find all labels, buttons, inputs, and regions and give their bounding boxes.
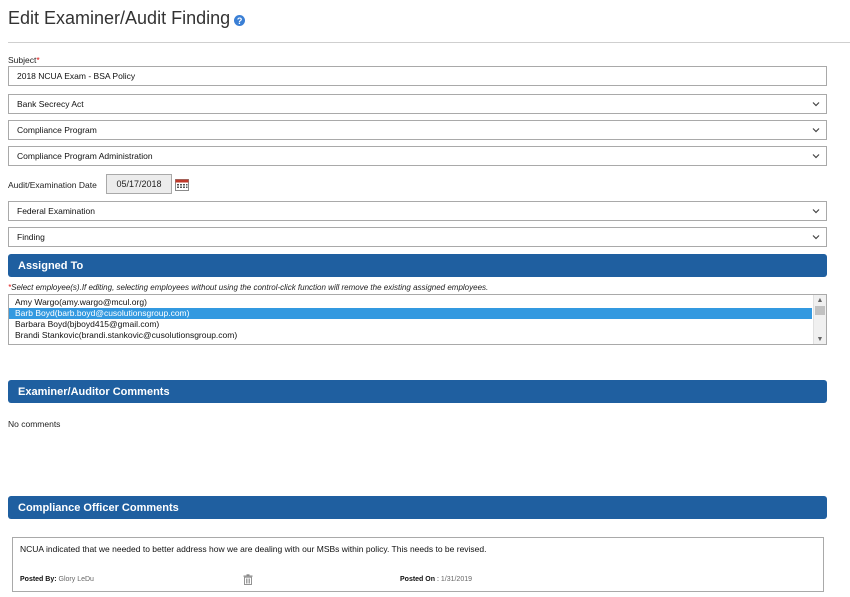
page-title: Edit Examiner/Audit Finding xyxy=(8,8,231,28)
list-item[interactable]: Amy Wargo(amy.wargo@mcul.org) xyxy=(9,297,826,308)
chevron-down-icon xyxy=(812,235,820,240)
officer-comments-header: Compliance Officer Comments xyxy=(8,496,827,519)
scroll-thumb[interactable] xyxy=(815,306,825,315)
list-item[interactable]: Barb Boyd(barb.boyd@cusolutionsgroup.com… xyxy=(9,308,812,319)
category-select[interactable]: Bank Secrecy Act xyxy=(8,94,827,114)
list-item[interactable]: Brandi Stankovic(brandi.stankovic@cusolu… xyxy=(9,330,826,341)
no-comments-text: No comments xyxy=(8,419,61,429)
finding-type-value: Finding xyxy=(17,232,45,242)
subject-input[interactable]: 2018 NCUA Exam - BSA Policy xyxy=(8,66,827,86)
employee-listbox[interactable]: Amy Wargo(amy.wargo@mcul.org) Barb Boyd(… xyxy=(8,294,827,345)
posted-by: Posted By: Glory LeDu xyxy=(20,576,94,583)
chevron-down-icon xyxy=(812,209,820,214)
subject-value: 2018 NCUA Exam - BSA Policy xyxy=(17,71,136,81)
chevron-down-icon xyxy=(812,102,820,107)
posted-on: Posted On : 1/31/2019 xyxy=(400,576,473,583)
exam-type-select[interactable]: Federal Examination xyxy=(8,201,827,221)
chevron-down-icon xyxy=(812,128,820,133)
category-value: Bank Secrecy Act xyxy=(17,99,84,109)
chevron-down-icon xyxy=(812,154,820,159)
scroll-up-icon[interactable]: ▲ xyxy=(814,295,826,305)
title-divider xyxy=(8,42,850,43)
assigned-to-header: Assigned To xyxy=(8,254,827,277)
examiner-comments-header: Examiner/Auditor Comments xyxy=(8,380,827,403)
subject-label: Subject* xyxy=(8,55,40,65)
subcategory-select[interactable]: Compliance Program xyxy=(8,120,827,140)
exam-type-value: Federal Examination xyxy=(17,206,95,216)
subcategory-value: Compliance Program xyxy=(17,125,97,135)
comment-text: NCUA indicated that we needed to better … xyxy=(20,544,487,554)
scroll-down-icon[interactable]: ▼ xyxy=(814,334,826,344)
help-icon[interactable]: ? xyxy=(234,15,246,26)
calendar-icon[interactable] xyxy=(175,178,189,191)
date-input[interactable]: 05/17/2018 xyxy=(106,174,172,194)
finding-type-select[interactable]: Finding xyxy=(8,227,827,247)
topic-value: Compliance Program Administration xyxy=(17,151,153,161)
list-item[interactable]: Barbara Boyd(bjboyd415@gmail.com) xyxy=(9,319,826,330)
trash-icon[interactable] xyxy=(243,574,253,585)
assign-note: *Select employee(s).If editing, selectin… xyxy=(8,283,489,292)
topic-select[interactable]: Compliance Program Administration xyxy=(8,146,827,166)
date-label: Audit/Examination Date xyxy=(8,180,97,190)
page-title-row: Edit Examiner/Audit Finding ? xyxy=(8,8,246,29)
comment-card: NCUA indicated that we needed to better … xyxy=(12,537,824,592)
listbox-scrollbar[interactable]: ▲ ▼ xyxy=(813,295,826,344)
